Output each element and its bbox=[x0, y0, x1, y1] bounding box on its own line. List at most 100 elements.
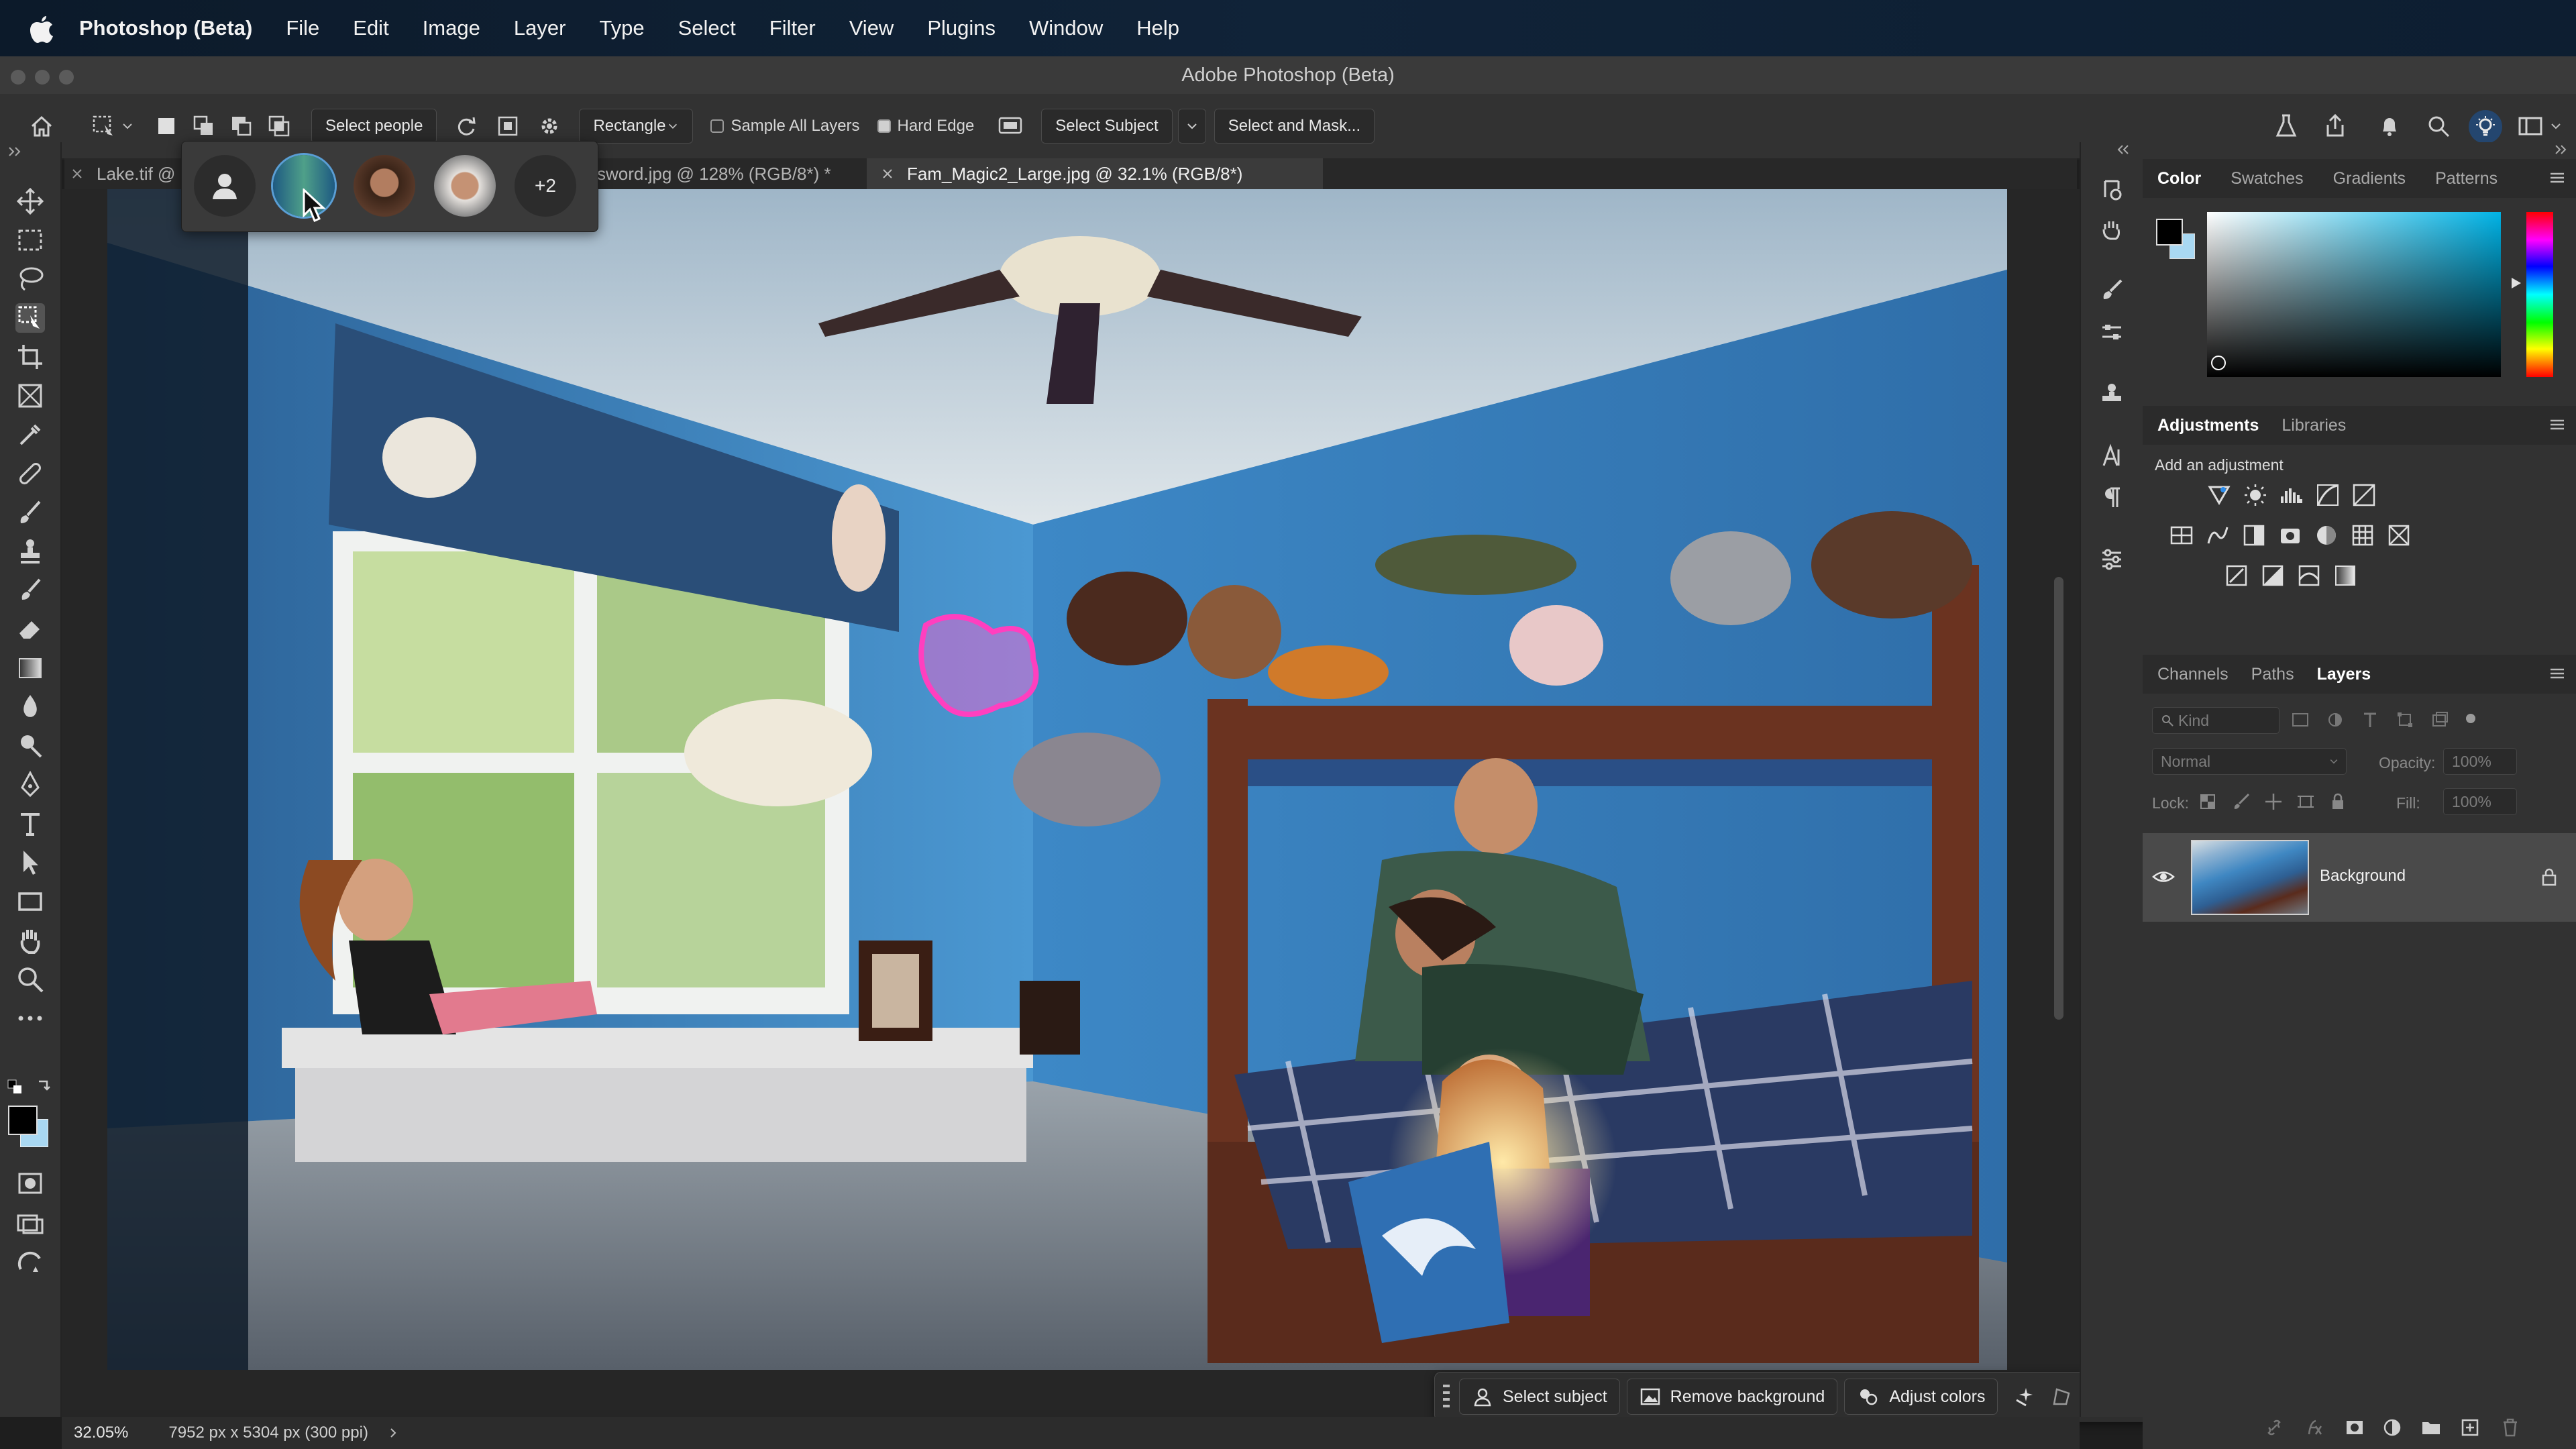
menu-edit[interactable]: Edit bbox=[353, 16, 388, 40]
sparkle-icon[interactable] bbox=[2012, 1385, 2035, 1408]
layer-style-icon[interactable] bbox=[2304, 1417, 2325, 1438]
gear-icon[interactable] bbox=[537, 114, 561, 138]
frame-tool-icon[interactable] bbox=[15, 381, 45, 411]
generative-icon[interactable] bbox=[15, 1249, 45, 1279]
add-mask-icon[interactable] bbox=[2344, 1417, 2365, 1438]
menu-plugins[interactable]: Plugins bbox=[927, 16, 996, 40]
foreground-color-swatch[interactable] bbox=[8, 1106, 38, 1135]
object-selection-tool-icon[interactable] bbox=[91, 113, 118, 140]
panel-menu-icon[interactable] bbox=[2548, 417, 2567, 433]
share-icon[interactable] bbox=[2322, 113, 2348, 140]
eraser-tool-icon[interactable] bbox=[15, 614, 45, 644]
tab-patterns[interactable]: Patterns bbox=[2435, 169, 2498, 189]
new-layer-icon[interactable] bbox=[2459, 1417, 2481, 1438]
collapse-icon[interactable] bbox=[7, 145, 24, 158]
clone-source-icon[interactable] bbox=[2098, 381, 2125, 408]
character-icon[interactable] bbox=[2098, 443, 2125, 470]
filter-smart-object-icon[interactable] bbox=[2430, 710, 2450, 730]
sample-all-layers-checkbox[interactable] bbox=[710, 119, 724, 133]
more-people-button[interactable]: +2 bbox=[515, 155, 576, 217]
adjust-settings-icon[interactable] bbox=[2098, 546, 2125, 573]
menu-window[interactable]: Window bbox=[1029, 16, 1103, 40]
color-lookup-icon[interactable] bbox=[2351, 523, 2375, 547]
flask-icon[interactable] bbox=[2274, 113, 2298, 140]
path-selection-tool-icon[interactable] bbox=[15, 848, 45, 877]
filter-kind-dropdown[interactable]: Kind bbox=[2152, 707, 2279, 734]
healing-brush-tool-icon[interactable] bbox=[15, 459, 45, 488]
pen-tool-icon[interactable] bbox=[15, 770, 45, 800]
trash-icon[interactable] bbox=[2500, 1417, 2521, 1438]
move-tool-icon[interactable] bbox=[15, 186, 45, 216]
collapse-panels-icon[interactable] bbox=[2114, 144, 2131, 156]
filter-adjustment-icon[interactable] bbox=[2325, 710, 2345, 730]
brightness-contrast-icon[interactable] bbox=[2243, 483, 2267, 507]
quick-mask-icon[interactable] bbox=[15, 1169, 45, 1198]
history-icon[interactable] bbox=[2098, 176, 2125, 203]
channel-mixer-icon[interactable] bbox=[2314, 523, 2339, 547]
hand-tool-icon[interactable] bbox=[15, 926, 45, 955]
select-subject-task-button[interactable]: Select subject bbox=[1459, 1379, 1620, 1415]
remove-background-button[interactable]: Remove background bbox=[1626, 1379, 1838, 1415]
color-balance-icon[interactable] bbox=[2242, 523, 2266, 547]
tab-color[interactable]: Color bbox=[2157, 169, 2201, 189]
menu-file[interactable]: File bbox=[286, 16, 319, 40]
selective-color-icon[interactable] bbox=[2297, 564, 2321, 588]
chevron-down-icon[interactable] bbox=[2549, 119, 2563, 133]
document-image[interactable] bbox=[107, 189, 2007, 1370]
search-icon[interactable] bbox=[2426, 113, 2451, 139]
hard-edge-checkbox[interactable] bbox=[877, 119, 891, 133]
panel-fg-swatch[interactable] bbox=[2156, 219, 2183, 246]
filter-toggle-icon[interactable] bbox=[2462, 710, 2479, 727]
tab-channels[interactable]: Channels bbox=[2157, 665, 2229, 684]
mode-dropdown[interactable]: Rectangle bbox=[579, 109, 694, 144]
object-selection-tool-icon[interactable] bbox=[15, 303, 45, 333]
tab-layers[interactable]: Layers bbox=[2317, 665, 2371, 684]
tab-libraries[interactable]: Libraries bbox=[2282, 416, 2346, 435]
zoom-level[interactable]: 32.05% bbox=[74, 1424, 128, 1442]
tab-gradients[interactable]: Gradients bbox=[2333, 169, 2406, 189]
expand-panels-icon[interactable] bbox=[2553, 144, 2569, 156]
apple-icon[interactable] bbox=[28, 13, 55, 43]
screen-mode-icon[interactable] bbox=[15, 1209, 45, 1238]
swap-colors-icon[interactable] bbox=[35, 1079, 51, 1095]
menu-layer[interactable]: Layer bbox=[514, 16, 566, 40]
person-avatar-3[interactable] bbox=[434, 155, 496, 217]
select-people-button[interactable]: Select people bbox=[311, 109, 437, 144]
lock-transparent-icon[interactable] bbox=[2198, 792, 2218, 812]
bell-icon[interactable] bbox=[2377, 113, 2402, 140]
zoom-tool-icon[interactable] bbox=[15, 965, 45, 994]
all-people-option[interactable] bbox=[194, 155, 256, 217]
gradient-tool-icon[interactable] bbox=[15, 653, 45, 683]
home-icon[interactable] bbox=[28, 113, 55, 140]
lock-pixels-icon[interactable] bbox=[2231, 792, 2251, 812]
tab-lake[interactable]: Lake.tif @ bbox=[64, 158, 185, 189]
menu-app-name[interactable]: Photoshop (Beta) bbox=[79, 16, 252, 40]
invert-icon[interactable] bbox=[2387, 523, 2411, 547]
tab-swatches[interactable]: Swatches bbox=[2231, 169, 2303, 189]
default-colors-icon[interactable] bbox=[7, 1079, 23, 1095]
dodge-tool-icon[interactable] bbox=[15, 731, 45, 761]
select-subject-button[interactable]: Select Subject bbox=[1041, 109, 1173, 144]
color-picker-handle[interactable] bbox=[2211, 356, 2226, 370]
filter-pixel-icon[interactable] bbox=[2290, 710, 2310, 730]
new-selection-icon[interactable] bbox=[154, 114, 178, 138]
photo-filter-icon[interactable] bbox=[2278, 523, 2302, 547]
eyedropper-tool-icon[interactable] bbox=[15, 420, 45, 449]
filter-shape-icon[interactable] bbox=[2395, 710, 2415, 730]
intersect-selection-icon[interactable] bbox=[267, 114, 291, 138]
exposure-icon[interactable] bbox=[2352, 483, 2376, 507]
opacity-field[interactable]: 100% bbox=[2443, 748, 2517, 775]
vertical-scrollbar[interactable] bbox=[2054, 577, 2063, 1020]
subtract-from-selection-icon[interactable] bbox=[229, 114, 254, 138]
discover-button[interactable] bbox=[2469, 110, 2502, 144]
new-adjustment-layer-icon[interactable] bbox=[2381, 1417, 2403, 1438]
layer-row-background[interactable]: Background bbox=[2143, 833, 2576, 922]
object-finder-icon[interactable] bbox=[496, 114, 520, 138]
cloud-detail-icon[interactable] bbox=[997, 113, 1024, 140]
rectangle-tool-icon[interactable] bbox=[15, 887, 45, 916]
presets-adjustment-icon[interactable] bbox=[2207, 483, 2231, 507]
paragraph-icon[interactable] bbox=[2098, 484, 2125, 511]
refresh-icon[interactable] bbox=[454, 114, 478, 138]
hue-slider[interactable] bbox=[2526, 212, 2553, 377]
menu-select[interactable]: Select bbox=[678, 16, 736, 40]
